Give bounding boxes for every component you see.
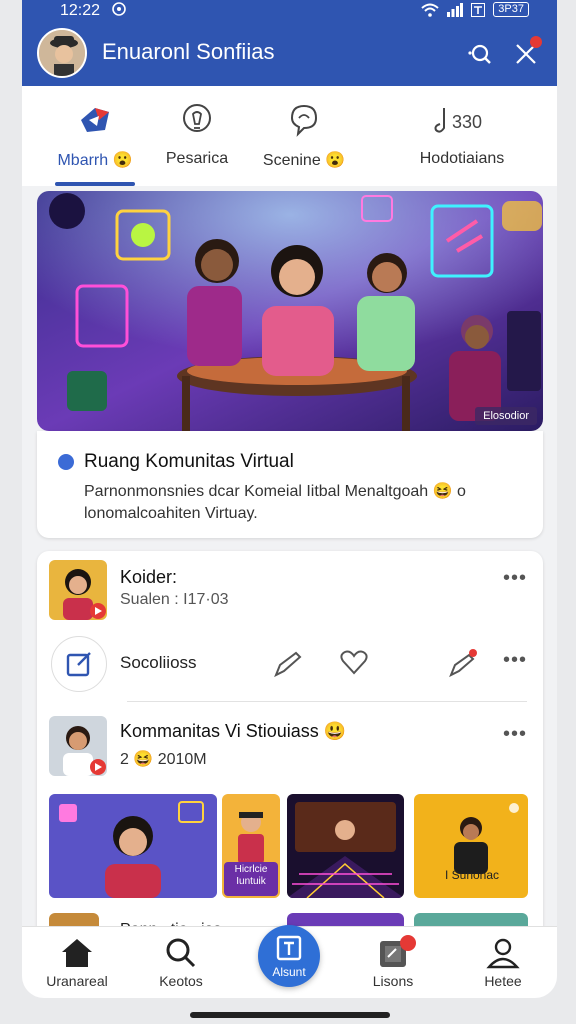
app-header: 12:22 3P37 Enuaronl Sonfiias xyxy=(22,0,557,86)
wifi-icon xyxy=(421,3,439,17)
post-thumbnail[interactable] xyxy=(49,560,107,620)
nav-label: Lisons xyxy=(372,973,414,989)
tab-label: Mbarrh xyxy=(57,152,109,169)
nav-lists[interactable]: Lisons xyxy=(352,937,434,989)
location-icon xyxy=(112,2,126,23)
tab-label: Pesarica xyxy=(165,150,229,167)
chat-bubble-icon xyxy=(284,100,324,140)
music-note-icon: 330 xyxy=(422,100,502,140)
status-time: 12:22 xyxy=(60,2,101,19)
gallery-caption: I Sunonac xyxy=(444,868,500,882)
tab-label: Hodotiaians xyxy=(419,150,505,167)
nav-search[interactable]: Keotos xyxy=(140,937,222,989)
search-icon xyxy=(166,938,196,968)
more-options-icon[interactable]: ••• xyxy=(503,723,527,746)
emoji-icon: 😮 xyxy=(325,152,346,169)
tab-bar: Mbarrh 😮 Pesarica Scenine 😮 330 Hodotiai… xyxy=(22,86,557,186)
hero-badge: Elosodior xyxy=(475,407,537,425)
actions-label: Socoliioss xyxy=(120,653,197,672)
home-indicator[interactable] xyxy=(190,1012,390,1018)
plus-box-icon xyxy=(276,935,302,961)
notification-dot xyxy=(530,36,542,48)
heart-icon[interactable] xyxy=(339,647,369,682)
info-description: Parnonmonsnies dcar Komeial Iitbal Menal… xyxy=(84,483,466,522)
profile-icon xyxy=(486,938,520,969)
battery-indicator: 3P37 xyxy=(493,2,529,17)
gallery-image[interactable]: Hicrlcie Iuntuik xyxy=(222,794,280,898)
app-title: Enuaronl Sonfiias xyxy=(102,39,275,64)
notification-icon xyxy=(471,2,486,17)
tab-scenine[interactable]: Scenine 😮 xyxy=(254,100,354,170)
pin-icon[interactable] xyxy=(447,647,479,684)
nav-label: Keotos xyxy=(159,973,203,989)
post-author-name: Kommanitas Vi Stiouiass 😃 xyxy=(120,721,347,741)
gallery-caption: Hicrlcie Iuntuik xyxy=(234,864,268,887)
home-arrow-icon xyxy=(75,100,115,140)
user-avatar[interactable] xyxy=(37,28,87,78)
nav-center-button[interactable]: Alsunt xyxy=(258,925,320,987)
nav-label: Alsunt xyxy=(272,965,306,979)
gallery-image[interactable] xyxy=(49,794,217,898)
search-icon[interactable] xyxy=(466,42,492,68)
compose-button[interactable] xyxy=(51,636,107,692)
lightbulb-icon xyxy=(177,100,217,140)
info-bullet-icon xyxy=(58,454,74,470)
gallery-image[interactable] xyxy=(287,794,404,898)
more-options-icon[interactable]: ••• xyxy=(503,649,527,672)
tab-hodotiaians[interactable]: 330 Hodotiaians xyxy=(402,100,522,168)
phone-screen: 12:22 3P37 Enuaronl Sonfiias Mbarrh 😮 Pe… xyxy=(22,0,557,998)
active-tab-indicator xyxy=(55,182,135,186)
nav-profile[interactable]: Hetee xyxy=(462,937,544,989)
music-count: 330 xyxy=(452,112,482,132)
status-icons: 3P37 xyxy=(421,2,529,17)
status-bar: 12:22 3P37 xyxy=(22,0,557,24)
tab-pesarica[interactable]: Pesarica xyxy=(147,100,247,168)
notification-badge xyxy=(400,935,416,951)
post-thumbnail[interactable] xyxy=(49,716,107,776)
share-icon[interactable] xyxy=(272,647,304,684)
info-title: Ruang Komunitas Virtual xyxy=(84,451,294,472)
nav-label: Uranareal xyxy=(46,973,108,989)
post-subtitle: Sualen : I17·03 xyxy=(120,591,229,608)
post-subtitle: 2 😆 2010M xyxy=(120,751,207,768)
more-options-icon[interactable]: ••• xyxy=(503,567,527,590)
tab-label: Scenine xyxy=(262,152,321,169)
hero-banner[interactable]: Elosodior xyxy=(37,191,543,431)
tab-mbarrh[interactable]: Mbarrh 😮 xyxy=(52,100,138,170)
home-icon xyxy=(62,939,92,967)
feed-card: Koider: Sualen : I17·03 ••• Socoliioss •… xyxy=(37,551,543,941)
gallery-image[interactable]: I Sunonac xyxy=(414,794,528,898)
community-info-card[interactable]: Ruang Komunitas Virtual Parnonmonsnies d… xyxy=(37,431,543,538)
nav-home[interactable]: Uranareal xyxy=(36,937,118,989)
nav-label: Hetee xyxy=(484,973,522,989)
emoji-icon: 😮 xyxy=(112,152,133,169)
divider xyxy=(127,701,527,702)
bottom-navigation: Uranareal Keotos Alsunt Lisons Hetee xyxy=(22,925,557,998)
hero-image xyxy=(37,191,543,431)
post-author-name: Koider: xyxy=(120,567,178,587)
signal-icon xyxy=(447,2,464,17)
edit-icon xyxy=(66,652,91,677)
